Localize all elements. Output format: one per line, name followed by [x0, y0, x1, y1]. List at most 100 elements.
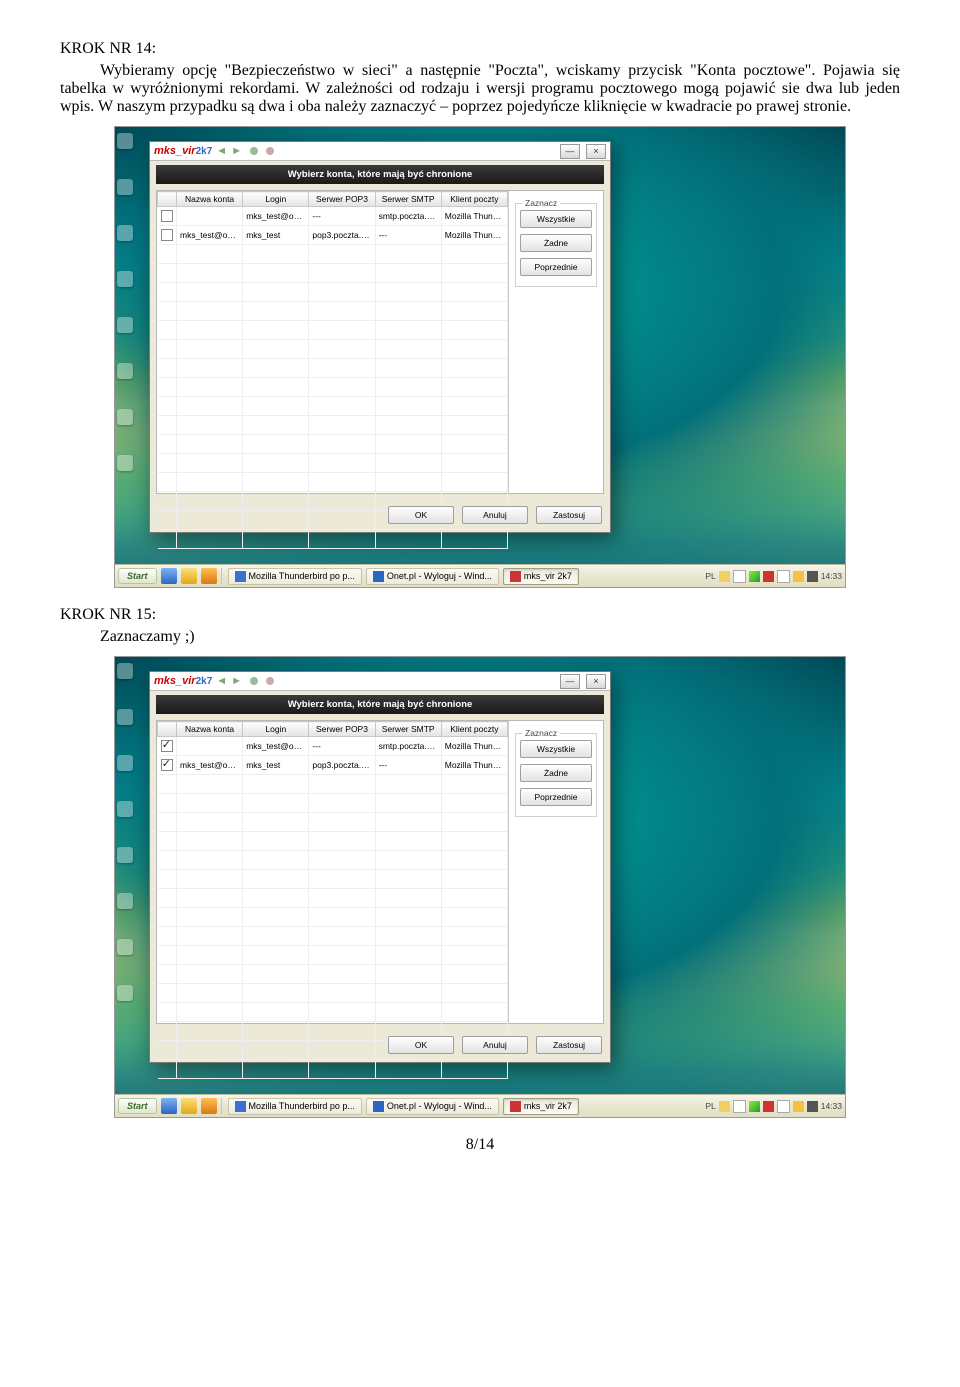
apply-button[interactable]: Zastosuj — [536, 1036, 602, 1054]
desktop-icon[interactable] — [117, 939, 133, 955]
cell-client: Mozilla Thunde... — [441, 226, 507, 245]
task-item[interactable]: Mozilla Thunderbird po p... — [228, 1098, 362, 1115]
table-row-empty — [158, 454, 508, 473]
tray-mksvir-icon[interactable] — [763, 571, 774, 582]
close-button[interactable]: × — [586, 144, 606, 159]
screenshot-step14: mks_vir2k7 ◄ ► — × Wybierz konta, które … — [114, 126, 846, 588]
table-row-empty — [158, 492, 508, 511]
tray-volume-icon[interactable] — [807, 1101, 818, 1112]
table-row-empty — [158, 473, 508, 492]
table-row-empty — [158, 416, 508, 435]
tray-icon[interactable] — [749, 1101, 760, 1112]
col-name: Nazwa konta — [177, 192, 243, 207]
clock: 14:33 — [821, 1101, 842, 1111]
status-dot-red-icon — [266, 147, 274, 155]
tray-icon[interactable] — [793, 571, 804, 582]
cancel-button[interactable]: Anuluj — [462, 1036, 528, 1054]
table-row[interactable]: mks_test@op.p...mks_testpop3.poczta.o...… — [158, 756, 508, 775]
quicklaunch-firefox-icon[interactable] — [201, 1098, 217, 1114]
start-button[interactable]: Start — [118, 568, 157, 584]
app-window: mks_vir2k7 ◄ ► — × Wybierz konta, które … — [149, 671, 611, 1063]
task-item[interactable]: Mozilla Thunderbird po p... — [228, 568, 362, 585]
table-row[interactable]: mks_test@op.pl---smtp.poczta.on...Mozill… — [158, 737, 508, 756]
tray-icon[interactable] — [777, 1100, 790, 1113]
nav-left-icon[interactable]: ◄ — [216, 145, 227, 157]
ok-button[interactable]: OK — [388, 506, 454, 524]
clock: 14:33 — [821, 571, 842, 581]
row-checkbox[interactable] — [158, 756, 177, 775]
desktop-icon[interactable] — [117, 985, 133, 1001]
tray-mksvir-icon[interactable] — [763, 1101, 774, 1112]
desktop-icon[interactable] — [117, 179, 133, 195]
select-none-button[interactable]: Żadne — [520, 764, 592, 782]
row-checkbox[interactable] — [158, 737, 177, 756]
table-row-empty — [158, 889, 508, 908]
desktop-icon[interactable] — [117, 409, 133, 425]
desktop-icon[interactable] — [117, 455, 133, 471]
select-previous-button[interactable]: Poprzednie — [520, 258, 592, 276]
desktop-icon[interactable] — [117, 271, 133, 287]
nav-right-icon[interactable]: ► — [231, 675, 242, 687]
desktop-icon[interactable] — [117, 663, 133, 679]
apply-button[interactable]: Zastosuj — [536, 506, 602, 524]
tray-icon[interactable] — [733, 570, 746, 583]
task-item[interactable]: Onet.pl - Wyloguj - Wind... — [366, 568, 499, 585]
desktop-icon[interactable] — [117, 363, 133, 379]
quicklaunch-ie-icon[interactable] — [161, 568, 177, 584]
desktop-icon[interactable] — [117, 755, 133, 771]
desktop-icon[interactable] — [117, 847, 133, 863]
select-previous-button[interactable]: Poprzednie — [520, 788, 592, 806]
cell-login: mks_test — [243, 226, 309, 245]
table-row[interactable]: mks_test@op.p...mks_testpop3.poczta.o...… — [158, 226, 508, 245]
cancel-button[interactable]: Anuluj — [462, 506, 528, 524]
table-row[interactable]: mks_test@op.pl---smtp.poczta.on...Mozill… — [158, 207, 508, 226]
nav-right-icon[interactable]: ► — [231, 145, 242, 157]
desktop-icon[interactable] — [117, 317, 133, 333]
tray-icon[interactable] — [777, 570, 790, 583]
tray-icon[interactable] — [719, 571, 730, 582]
quicklaunch-mail-icon[interactable] — [181, 568, 197, 584]
task-item-active[interactable]: mks_vir 2k7 — [503, 1098, 579, 1115]
table-row-empty — [158, 264, 508, 283]
minimize-button[interactable]: — — [560, 144, 580, 159]
quicklaunch-firefox-icon[interactable] — [201, 568, 217, 584]
tray-icon[interactable] — [719, 1101, 730, 1112]
select-all-button[interactable]: Wszystkie — [520, 210, 592, 228]
mksvir-icon — [510, 571, 521, 582]
desktop-icon[interactable] — [117, 133, 133, 149]
cell-pop3: --- — [309, 737, 375, 756]
tray-icon[interactable] — [733, 1100, 746, 1113]
lang-indicator[interactable]: PL — [705, 1101, 715, 1111]
desktop-icon[interactable] — [117, 893, 133, 909]
desktop-icon[interactable] — [117, 801, 133, 817]
tray-icon[interactable] — [793, 1101, 804, 1112]
table-row-empty — [158, 832, 508, 851]
tray-icon[interactable] — [749, 571, 760, 582]
table-row-empty — [158, 984, 508, 1003]
status-dot-red-icon — [266, 677, 274, 685]
cell-login: mks_test@op.pl — [243, 737, 309, 756]
desktop-icon[interactable] — [117, 225, 133, 241]
tray-volume-icon[interactable] — [807, 571, 818, 582]
mksvir-icon — [510, 1101, 521, 1112]
table-row-empty — [158, 378, 508, 397]
minimize-button[interactable]: — — [560, 674, 580, 689]
task-item-active[interactable]: mks_vir 2k7 — [503, 568, 579, 585]
lang-indicator[interactable]: PL — [705, 571, 715, 581]
col-pop3: Serwer POP3 — [309, 722, 375, 737]
select-all-button[interactable]: Wszystkie — [520, 740, 592, 758]
task-item[interactable]: Onet.pl - Wyloguj - Wind... — [366, 1098, 499, 1115]
row-checkbox[interactable] — [158, 226, 177, 245]
close-button[interactable]: × — [586, 674, 606, 689]
start-button[interactable]: Start — [118, 1098, 157, 1114]
table-row-empty — [158, 435, 508, 454]
divider — [221, 568, 224, 584]
quicklaunch-ie-icon[interactable] — [161, 1098, 177, 1114]
app-logo: mks_vir2k7 — [154, 145, 212, 157]
row-checkbox[interactable] — [158, 207, 177, 226]
desktop-icon[interactable] — [117, 709, 133, 725]
select-none-button[interactable]: Żadne — [520, 234, 592, 252]
quicklaunch-mail-icon[interactable] — [181, 1098, 197, 1114]
nav-left-icon[interactable]: ◄ — [216, 675, 227, 687]
ok-button[interactable]: OK — [388, 1036, 454, 1054]
